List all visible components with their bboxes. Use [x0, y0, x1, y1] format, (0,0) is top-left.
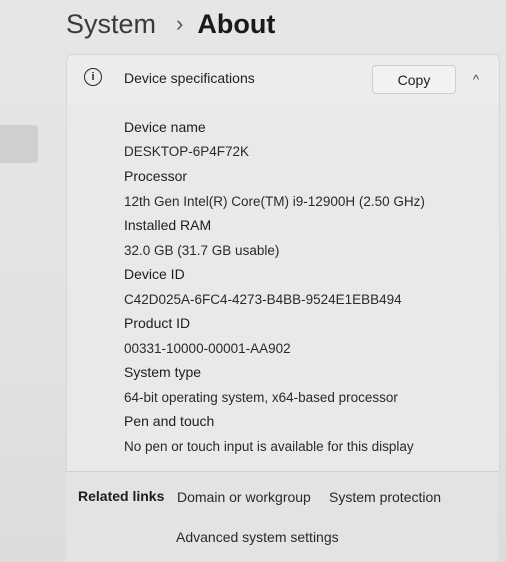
- device-id-label: Device ID: [124, 266, 185, 282]
- device-specifications-header[interactable]: i Device specifications Copy ^: [66, 54, 500, 106]
- device-name-value: DESKTOP-6P4F72K: [124, 144, 250, 159]
- nav-selection-indicator[interactable]: [0, 125, 38, 163]
- breadcrumb-system[interactable]: System: [66, 9, 156, 40]
- domain-or-workgroup-link[interactable]: Domain or workgroup: [177, 489, 311, 505]
- installed-ram-label: Installed RAM: [124, 217, 212, 233]
- breadcrumb: System › About: [66, 4, 275, 44]
- page-title: About: [197, 8, 276, 39]
- processor-value: 12th Gen Intel(R) Core(TM) i9-12900H (2.…: [124, 194, 425, 209]
- advanced-system-settings-link[interactable]: Advanced system settings: [176, 529, 339, 545]
- system-type-label: System type: [124, 364, 202, 380]
- pen-and-touch-value: No pen or touch input is available for t…: [124, 439, 414, 454]
- chevron-right-icon: ›: [176, 11, 184, 36]
- device-name-label: Device name: [124, 119, 206, 135]
- related-links-title: Related links: [78, 488, 165, 504]
- processor-label: Processor: [124, 168, 188, 184]
- pen-and-touch-label: Pen and touch: [124, 413, 215, 429]
- product-id-label: Product ID: [124, 315, 191, 331]
- device-specifications-title: Device specifications: [124, 70, 255, 86]
- related-links-section: Related links Domain or workgroup System…: [66, 472, 498, 562]
- installed-ram-value: 32.0 GB (31.7 GB usable): [124, 243, 280, 258]
- device-id-value: C42D025A-6FC4-4273-B4BB-9524E1EBB494: [124, 292, 402, 307]
- system-type-value: 64-bit operating system, x64-based proce…: [124, 390, 398, 405]
- settings-window: System › About i Device specifications C…: [0, 0, 506, 562]
- system-protection-link[interactable]: System protection: [329, 489, 441, 505]
- copy-button[interactable]: Copy: [372, 65, 456, 94]
- info-icon: i: [84, 68, 102, 86]
- chevron-up-icon[interactable]: ^: [465, 68, 487, 90]
- product-id-value: 00331-10000-00001-AA902: [124, 341, 291, 356]
- device-specifications-panel: Device name DESKTOP-6P4F72K Processor 12…: [66, 105, 500, 471]
